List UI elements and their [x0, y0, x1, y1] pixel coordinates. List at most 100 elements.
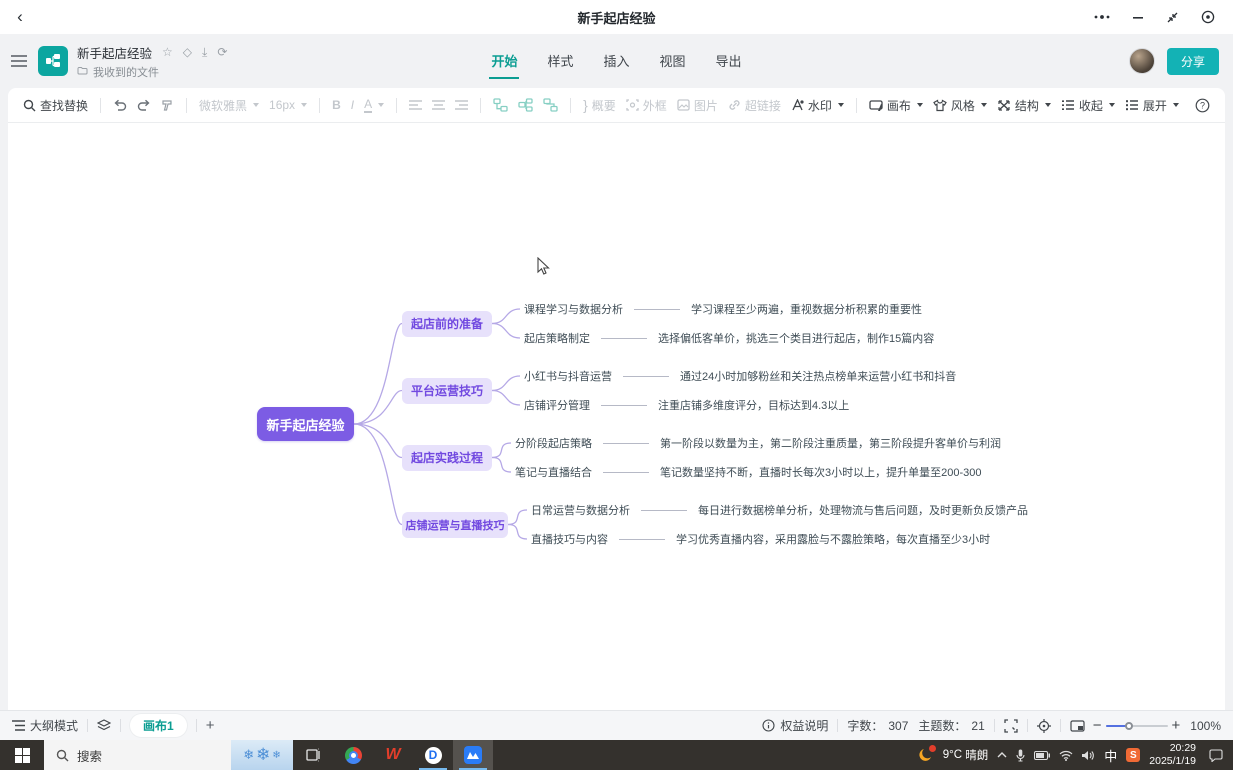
tab-样式[interactable]: 样式 [545, 44, 575, 79]
format-painter-icon[interactable] [156, 99, 179, 112]
mindmap-note-text[interactable]: 第一阶段以数量为主，第二阶段注重质量，第三阶段提升客单价与利润 [660, 435, 1001, 451]
restore-icon[interactable] [1166, 11, 1179, 24]
mindmap-topic-text[interactable]: 分阶段起店策略 [515, 435, 592, 451]
mindmap-topic-text[interactable]: 店铺评分管理 [524, 397, 590, 413]
insert-subtopic-icon[interactable] [513, 98, 538, 112]
wps-icon[interactable]: W [373, 740, 413, 770]
mindmap-topic-text[interactable]: 小红书与抖音运营 [524, 368, 612, 384]
mindmap-note-text[interactable]: 学习优秀直播内容，采用露脸与不露脸策略，每次直播至少3小时 [676, 531, 990, 547]
help-icon[interactable]: ? [1190, 98, 1215, 113]
mindmap-topic-text[interactable]: 直播技巧与内容 [531, 531, 608, 547]
outline-mode-button[interactable]: 大纲模式 [12, 717, 78, 734]
mindmap-app-icon[interactable] [453, 740, 493, 770]
align-right-icon[interactable] [450, 100, 473, 111]
frame-button[interactable]: 外框 [621, 97, 672, 114]
doc-location[interactable]: 我收到的文件 [93, 64, 159, 80]
sogou-icon[interactable]: S [1126, 748, 1140, 762]
mindmap-note-text[interactable]: 每日进行数据榜单分析，处理物流与售后问题，及时更新负反馈产品 [698, 502, 1028, 518]
font-color-button[interactable]: A [359, 97, 389, 113]
zoom-in-button[interactable]: + [1172, 717, 1181, 734]
share-button[interactable]: 分享 [1167, 48, 1219, 75]
doc-title[interactable]: 新手起店经验 [77, 43, 152, 62]
summary-button[interactable]: }概要 [578, 97, 621, 114]
zoom-out-button[interactable]: − [1093, 717, 1102, 734]
mindmap-branch-node[interactable]: 店铺运营与直播技巧 [402, 512, 508, 538]
fit-screen-icon[interactable] [1004, 719, 1018, 733]
mindmap-topic-text[interactable]: 笔记与直播结合 [515, 464, 592, 480]
browser-icon[interactable]: D [413, 740, 453, 770]
tab-插入[interactable]: 插入 [601, 44, 631, 79]
mindmap-child-row[interactable]: 日常运营与数据分析 每日进行数据榜单分析，处理物流与售后问题，及时更新负反馈产品 [531, 501, 1028, 519]
font-family-select[interactable]: 微软雅黑 [194, 97, 264, 114]
mindmap-child-row[interactable]: 店铺评分管理 注重店铺多维度评分，目标达到4.3以上 [524, 396, 849, 414]
download-icon[interactable]: ⤓ [202, 45, 207, 60]
canvas-tab[interactable]: 画布1 [130, 714, 187, 737]
watermark-button[interactable]: 水印 [786, 97, 849, 114]
notification-icon[interactable] [1209, 749, 1223, 762]
italic-button[interactable]: I [346, 98, 359, 112]
back-button[interactable]: ‹ [0, 7, 40, 27]
insert-sibling-icon[interactable] [538, 98, 563, 112]
mindmap-note-text[interactable]: 学习课程至少两遍，重视数据分析积累的重要性 [691, 301, 922, 317]
layers-icon[interactable] [97, 719, 111, 732]
target-icon[interactable] [1201, 10, 1215, 24]
mindmap-child-row[interactable]: 起店策略制定 选择偏低客单价，挑选三个类目进行起店，制作15篇内容 [524, 329, 934, 347]
mindmap-note-text[interactable]: 通过24小时加够粉丝和关注热点榜单来运营小红书和抖音 [680, 368, 956, 384]
bold-button[interactable]: B [327, 98, 346, 112]
rights-info-button[interactable]: 权益说明 [762, 717, 828, 734]
mindmap-topic-text[interactable]: 起店策略制定 [524, 330, 590, 346]
battery-icon[interactable] [1034, 751, 1050, 760]
tab-开始[interactable]: 开始 [489, 44, 519, 79]
mindmap-child-row[interactable]: 课程学习与数据分析 学习课程至少两遍，重视数据分析积累的重要性 [524, 300, 922, 318]
weather-tray-icon[interactable] [918, 747, 934, 763]
weather-temp-text[interactable]: 9°C 晴朗 [943, 747, 989, 763]
ime-indicator[interactable]: 中 [1104, 746, 1117, 765]
taskbar-search-input[interactable]: 搜索 [44, 740, 231, 770]
tag-icon[interactable]: ◇ [183, 45, 192, 59]
hyperlink-button[interactable]: 超链接 [723, 97, 786, 114]
tab-视图[interactable]: 视图 [658, 44, 688, 79]
zoom-slider[interactable] [1106, 725, 1168, 727]
collapse-button[interactable]: 收起 [1056, 97, 1120, 114]
canvas-button[interactable]: 画布 [864, 97, 928, 114]
mindmap-topic-text[interactable]: 日常运营与数据分析 [531, 502, 630, 518]
user-avatar[interactable] [1129, 48, 1155, 74]
mindmap-child-row[interactable]: 直播技巧与内容 学习优秀直播内容，采用露脸与不露脸策略，每次直播至少3小时 [531, 530, 990, 548]
star-icon[interactable]: ☆ [162, 45, 173, 59]
align-left-icon[interactable] [404, 100, 427, 111]
tray-expand-icon[interactable] [997, 752, 1007, 758]
mindmap-canvas[interactable]: 新手起店经验 起店前的准备 课程学习与数据分析 学习课程至少两遍，重视数据分析积累的重… [8, 123, 1225, 710]
insert-topic-icon[interactable] [488, 98, 513, 112]
mindmap-branch-node[interactable]: 平台运营技巧 [402, 378, 492, 404]
expand-button[interactable]: 展开 [1120, 97, 1184, 114]
weather-widget[interactable]: ❄❄❄ [231, 740, 293, 770]
minimize-icon[interactable] [1132, 11, 1144, 23]
mindmap-note-text[interactable]: 笔记数量坚持不断，直播时长每次3小时以上，提升单量至200-300 [660, 464, 982, 480]
style-button[interactable]: 风格 [928, 97, 992, 114]
more-icon[interactable] [1094, 15, 1110, 19]
structure-button[interactable]: 结构 [992, 97, 1056, 114]
volume-icon[interactable] [1082, 750, 1095, 761]
align-center-icon[interactable] [427, 100, 450, 111]
task-view-icon[interactable] [293, 740, 333, 770]
menu-icon[interactable] [0, 55, 38, 67]
mindmap-child-row[interactable]: 分阶段起店策略 第一阶段以数量为主，第二阶段注重质量，第三阶段提升客单价与利润 [515, 434, 1001, 452]
find-replace-button[interactable]: 查找替换 [18, 97, 93, 114]
mindmap-child-row[interactable]: 小红书与抖音运营 通过24小时加够粉丝和关注热点榜单来运营小红书和抖音 [524, 367, 956, 385]
mindmap-root-node[interactable]: 新手起店经验 [257, 407, 354, 441]
wifi-icon[interactable] [1059, 750, 1073, 761]
mindmap-note-text[interactable]: 注重店铺多维度评分，目标达到4.3以上 [658, 397, 849, 413]
redo-icon[interactable] [132, 99, 156, 112]
mindmap-topic-text[interactable]: 课程学习与数据分析 [524, 301, 623, 317]
image-button[interactable]: 图片 [672, 97, 723, 114]
add-canvas-button[interactable]: + [206, 717, 215, 734]
mindmap-branch-node[interactable]: 起店实践过程 [402, 445, 492, 471]
font-size-select[interactable]: 16px [264, 98, 312, 112]
minimap-icon[interactable] [1070, 720, 1085, 732]
undo-icon[interactable] [108, 99, 132, 112]
mindmap-child-row[interactable]: 笔记与直播结合 笔记数量坚持不断，直播时长每次3小时以上，提升单量至200-300 [515, 463, 982, 481]
start-button[interactable] [0, 740, 44, 770]
mindmap-note-text[interactable]: 选择偏低客单价，挑选三个类目进行起店，制作15篇内容 [658, 330, 934, 346]
mindmap-branch-node[interactable]: 起店前的准备 [402, 311, 492, 337]
microphone-icon[interactable] [1016, 749, 1025, 762]
